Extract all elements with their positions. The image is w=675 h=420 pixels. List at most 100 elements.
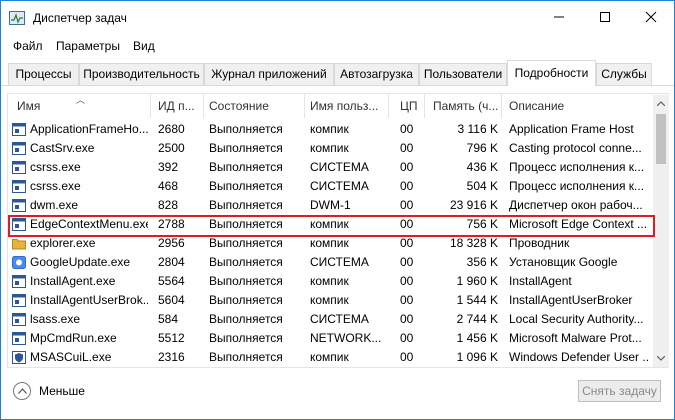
cell-name: MSASCuiL.exe	[30, 350, 112, 364]
cell-name: csrss.exe	[30, 160, 81, 174]
cell-cpu: 00	[400, 331, 414, 345]
cell-cpu: 00	[400, 141, 414, 155]
tab-details[interactable]: Подробности	[507, 60, 596, 86]
process-table: ︿ Имя ИД п... Состояние Имя польз... ЦП …	[7, 93, 669, 368]
scrollbar-thumb[interactable]	[656, 114, 666, 164]
cell-name: InstallAgentUserBrok...	[30, 293, 148, 307]
cell-cpu: 00	[400, 312, 414, 326]
cell-name: MpCmdRun.exe	[30, 331, 117, 345]
tab-services[interactable]: Службы	[596, 63, 652, 85]
cell-status: Выполняется	[209, 274, 283, 288]
table-row[interactable]: dwm.exe 828 Выполняется DWM-1 00 23 916 K Дисп…	[8, 196, 653, 215]
column-header-description[interactable]: Описание	[509, 94, 649, 118]
table-row[interactable]: lsass.exe 584 Выполняется СИСТЕМА 00 2 744 K L…	[8, 310, 653, 329]
table-row[interactable]: InstallAgentUserBrok... 5604 Выполняется ко…	[8, 291, 653, 310]
table-row[interactable]: csrss.exe 392 Выполняется СИСТЕМА 00 436 K Про…	[8, 158, 653, 177]
cell-memory: 3 116 K	[457, 122, 498, 136]
column-separator[interactable]	[203, 94, 204, 118]
table-row[interactable]: GoogleUpdate.exe 2804 Выполняется СИСТЕМА 00…	[8, 253, 653, 272]
table-row[interactable]: MpCmdRun.exe 5512 Выполняется NETWORK... 00 1…	[8, 329, 653, 348]
title-bar[interactable]: Диспетчер задач	[1, 1, 674, 34]
cell-memory: 1 456 K	[456, 331, 498, 345]
table-row[interactable]: explorer.exe 2956 Выполняется компик 00 18 32…	[8, 234, 653, 253]
scroll-up-button[interactable]	[653, 95, 669, 112]
tab-performance[interactable]: Производительность	[79, 63, 204, 85]
table-row[interactable]: InstallAgent.exe 5564 Выполняется компик 00 1…	[8, 272, 653, 291]
column-header-pid[interactable]: ИД п...	[158, 94, 204, 118]
cell-user: СИСТЕМА	[310, 255, 369, 269]
column-header-cpu[interactable]: ЦП	[400, 94, 430, 118]
cell-status: Выполняется	[209, 141, 283, 155]
cell-user: DWM-1	[310, 198, 351, 212]
cell-status: Выполняется	[209, 312, 283, 326]
cell-status: Выполняется	[209, 217, 283, 231]
cell-user: NETWORK...	[310, 331, 382, 345]
column-separator[interactable]	[304, 94, 305, 118]
fewer-details-label: Меньше	[39, 384, 85, 398]
fewer-details-button[interactable]: Меньше	[13, 381, 85, 401]
cell-cpu: 00	[400, 217, 414, 231]
cell-desc: Проводник	[509, 236, 570, 250]
table-row[interactable]: CastSrv.exe 2500 Выполняется компик 00 796 K C…	[8, 139, 653, 158]
scroll-down-button[interactable]	[653, 350, 669, 367]
column-separator[interactable]	[501, 94, 502, 118]
tab-processes[interactable]: Процессы	[8, 63, 79, 85]
column-separator[interactable]	[388, 94, 389, 118]
maximize-button[interactable]	[582, 1, 628, 33]
table-row[interactable]: EdgeContextMenu.exe 2788 Выполняется компик…	[8, 215, 653, 234]
tab-app-history[interactable]: Журнал приложений	[204, 63, 334, 85]
cell-memory: 18 328 K	[449, 236, 498, 250]
menu-view[interactable]: Вид	[133, 39, 155, 53]
cell-memory: 796 K	[466, 141, 498, 155]
cell-desc: Установщик Google	[509, 255, 618, 269]
cell-name: csrss.exe	[30, 179, 81, 193]
cell-cpu: 00	[400, 198, 414, 212]
task-manager-window: Диспетчер задач Файл Параметры Вид Проце…	[0, 0, 675, 420]
cell-desc: Windows Defender User ...	[509, 350, 649, 364]
cell-user: СИСТЕМА	[310, 179, 369, 193]
cell-cpu: 00	[400, 236, 414, 250]
cell-name: InstallAgent.exe	[30, 274, 116, 288]
end-task-button[interactable]: Снять задачу	[578, 380, 661, 402]
cell-memory: 23 916 K	[449, 198, 498, 212]
maximize-icon	[600, 12, 610, 22]
cell-pid: 2316	[158, 350, 185, 364]
column-header-name[interactable]: Имя	[17, 94, 147, 118]
cell-user: компик	[310, 141, 349, 155]
cell-cpu: 00	[400, 255, 414, 269]
column-header-user[interactable]: Имя польз...	[310, 94, 390, 118]
cell-cpu: 00	[400, 293, 414, 307]
table-row[interactable]: ApplicationFrameHo... 2680 Выполняется комп…	[8, 120, 653, 139]
column-separator[interactable]	[150, 94, 151, 118]
cell-status: Выполняется	[209, 236, 283, 250]
vertical-scrollbar[interactable]	[653, 95, 669, 367]
cell-desc: Microsoft Malware Prot...	[509, 331, 642, 345]
cell-desc: Процесс исполнения к...	[509, 179, 645, 193]
menu-file[interactable]: Файл	[13, 39, 43, 53]
cell-user: компик	[310, 122, 349, 136]
cell-pid: 2804	[158, 255, 185, 269]
chevron-up-icon	[657, 101, 665, 106]
cell-cpu: 00	[400, 179, 414, 193]
minimize-button[interactable]	[536, 1, 582, 33]
table-row[interactable]: MSASCuiL.exe 2316 Выполняется компик 00 1 096…	[8, 348, 653, 367]
close-button[interactable]	[628, 1, 674, 33]
tab-startup[interactable]: Автозагрузка	[334, 63, 419, 85]
minimize-icon	[554, 16, 564, 18]
cell-user: компик	[310, 217, 349, 231]
cell-pid: 392	[158, 160, 179, 174]
cell-pid: 468	[158, 179, 179, 193]
tab-users[interactable]: Пользователи	[419, 63, 507, 85]
cell-pid: 5512	[158, 331, 185, 345]
cell-name: ApplicationFrameHo...	[30, 122, 148, 136]
chevron-up-circle-icon	[13, 382, 31, 400]
column-header-memory[interactable]: Память (ч...	[433, 94, 503, 118]
menu-options[interactable]: Параметры	[56, 39, 120, 53]
cell-desc: Диспетчер окон рабоч...	[509, 198, 643, 212]
cell-status: Выполняется	[209, 293, 283, 307]
cell-cpu: 00	[400, 274, 414, 288]
cell-status: Выполняется	[209, 160, 283, 174]
column-header-status[interactable]: Состояние	[209, 94, 305, 118]
column-separator[interactable]	[424, 94, 425, 118]
table-row[interactable]: csrss.exe 468 Выполняется СИСТЕМА 00 504 K Про…	[8, 177, 653, 196]
